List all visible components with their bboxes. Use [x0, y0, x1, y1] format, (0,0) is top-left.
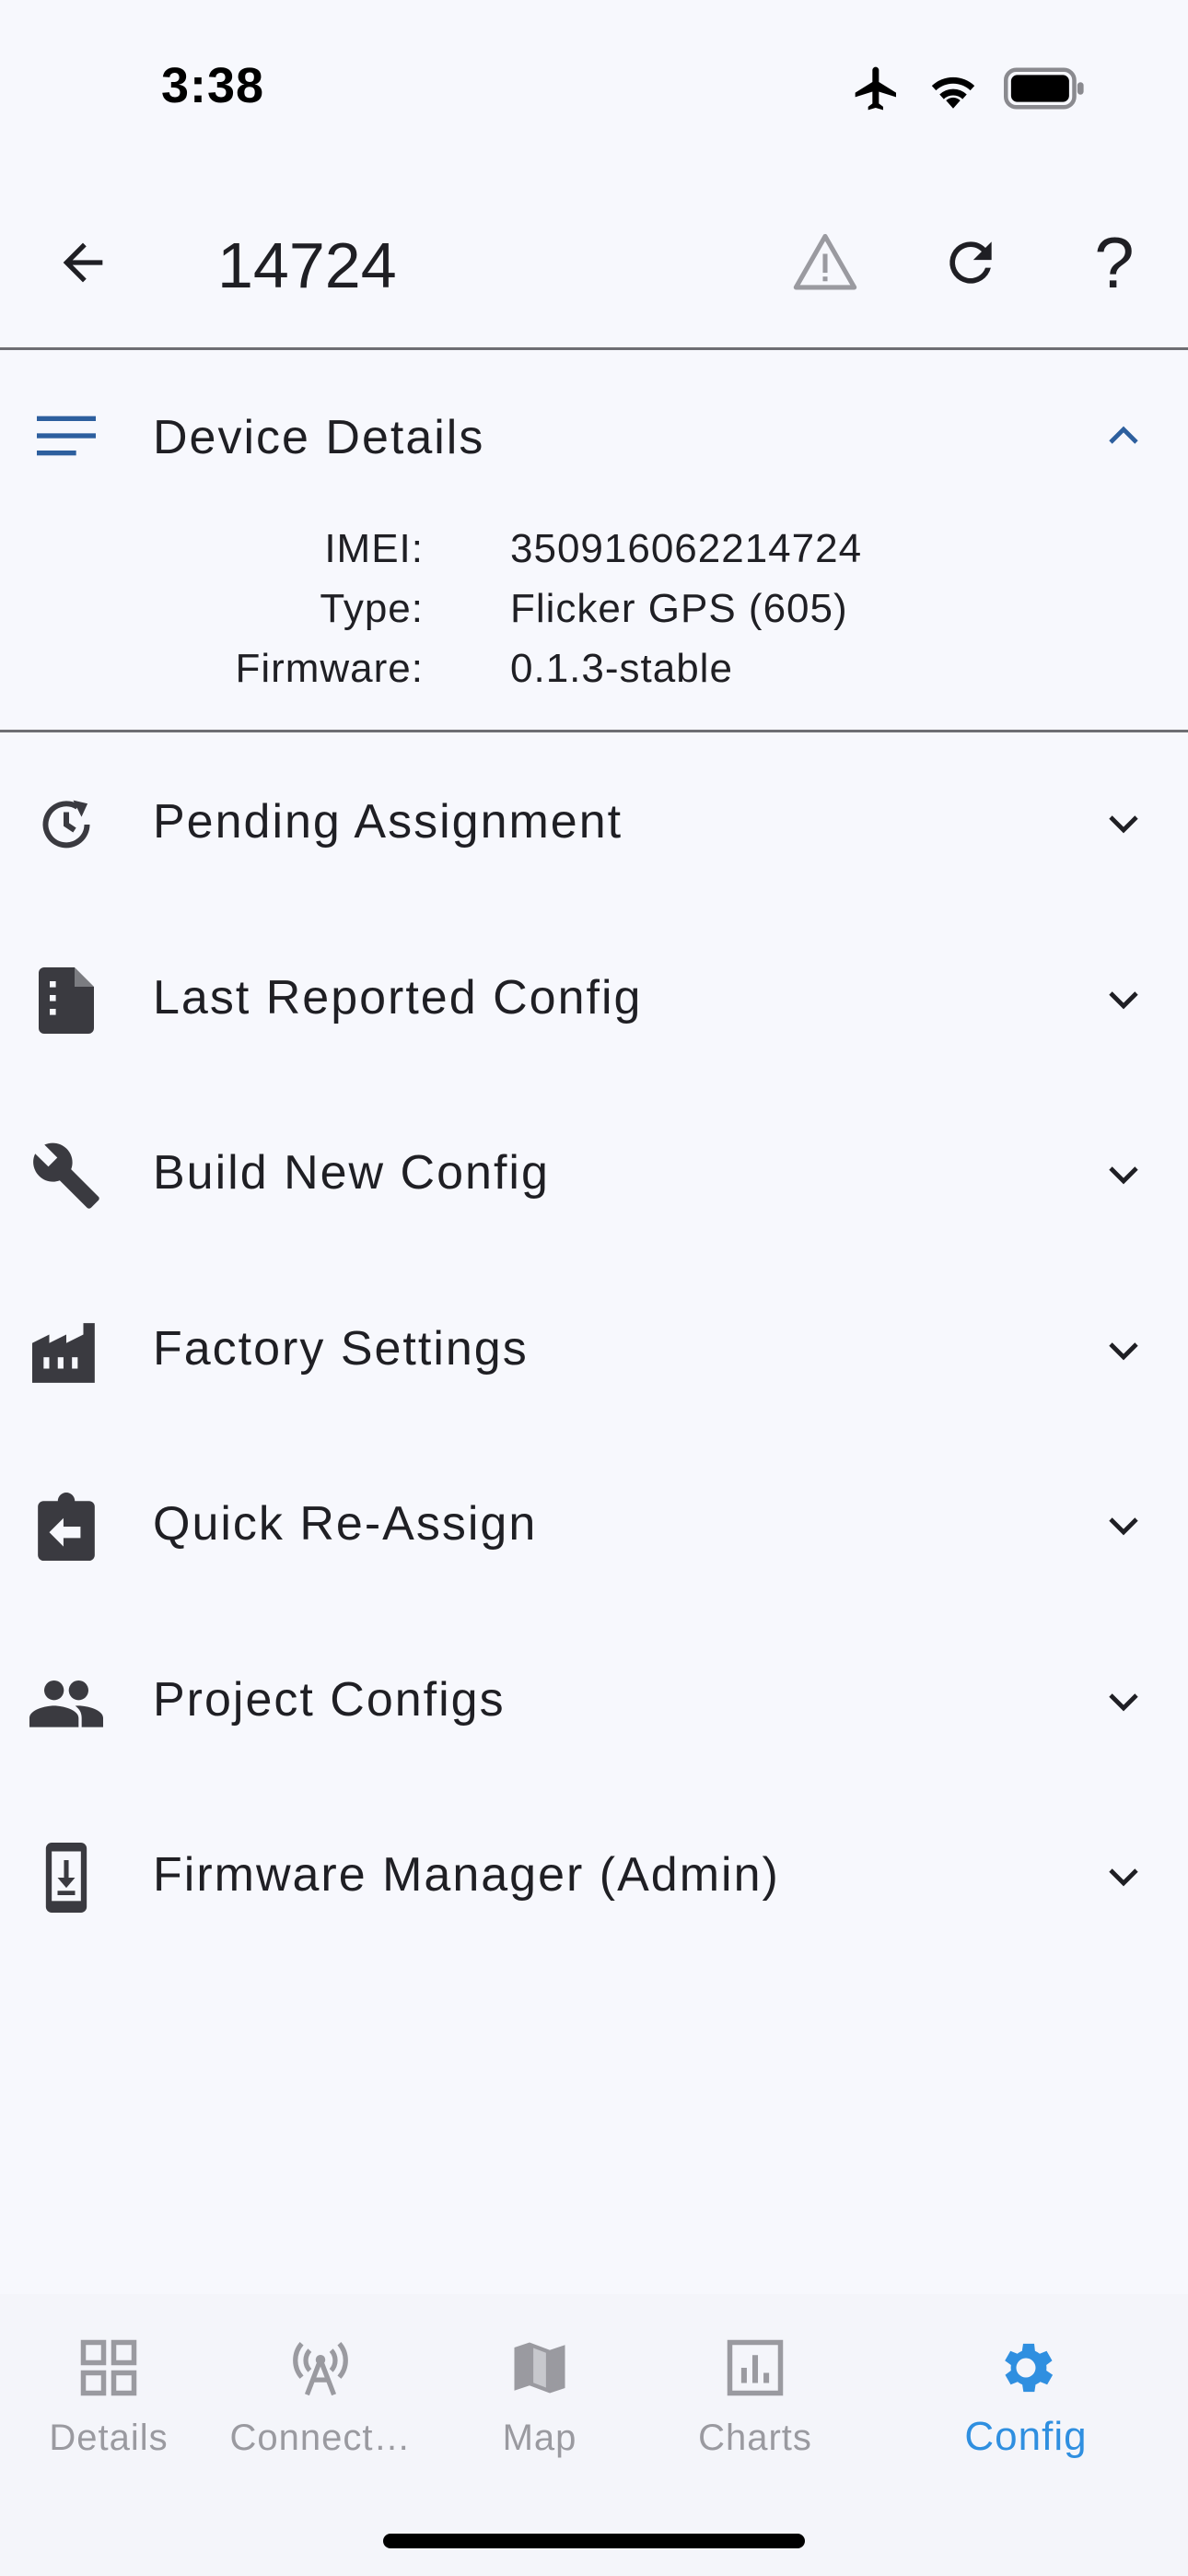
- chevron-down-icon: [1096, 1498, 1151, 1553]
- refresh-button[interactable]: [925, 217, 1017, 309]
- section-label: Last Reported Config: [153, 970, 643, 1025]
- tab-connect[interactable]: Connect…: [219, 2331, 422, 2497]
- section-label: Quick Re-Assign: [153, 1497, 538, 1551]
- device-details-panel: Device Details IMEI: 350916062214724 Typ…: [0, 353, 1188, 732]
- document-icon: [28, 962, 105, 1039]
- chevron-down-icon: [1096, 1674, 1151, 1729]
- refresh-icon: [949, 241, 992, 284]
- status-bar: 3:38: [0, 0, 1188, 175]
- tab-config[interactable]: Config: [925, 2331, 1127, 2497]
- warning-button[interactable]: [779, 217, 871, 309]
- tab-charts[interactable]: Charts: [654, 2331, 856, 2497]
- factory-icon: [28, 1313, 105, 1390]
- antenna-icon: [284, 2331, 357, 2405]
- phone-download-icon: [28, 1839, 105, 1916]
- grid-icon: [72, 2331, 146, 2405]
- status-icons: [851, 63, 1087, 119]
- detail-key: Type:: [320, 586, 424, 631]
- section-label: Project Configs: [153, 1672, 506, 1727]
- tab-label: Details: [49, 2418, 169, 2458]
- chart-icon: [718, 2331, 792, 2405]
- device-details-title: Device Details: [153, 411, 485, 464]
- wrench-icon: [28, 1137, 105, 1214]
- tab-label: Map: [502, 2418, 577, 2458]
- detail-key: IMEI:: [324, 526, 424, 571]
- device-details-header[interactable]: Device Details: [0, 353, 1188, 519]
- tab-details[interactable]: Details: [7, 2331, 210, 2497]
- section-factory-settings[interactable]: Factory Settings: [0, 1262, 1188, 1438]
- warning-icon: [793, 233, 857, 290]
- screen: 3:38 14724 ? Device Details IMEI: 350916…: [0, 0, 1188, 2576]
- section-last-reported-config[interactable]: Last Reported Config: [0, 911, 1188, 1087]
- chevron-up-icon: [1096, 408, 1151, 463]
- section-build-new-config[interactable]: Build New Config: [0, 1086, 1188, 1262]
- clipboard-arrow-icon: [28, 1488, 105, 1565]
- section-label: Build New Config: [153, 1146, 550, 1200]
- history-icon: [28, 786, 105, 863]
- section-pending-assignment[interactable]: Pending Assignment: [0, 735, 1188, 911]
- arrow-left-icon: [63, 242, 103, 283]
- detail-value: 350916062214724: [510, 526, 863, 571]
- detail-row-imei: IMEI: 350916062214724: [0, 526, 1188, 587]
- gear-icon: [989, 2331, 1063, 2405]
- chevron-down-icon: [1096, 1147, 1151, 1202]
- bottom-nav: Details Connect… Map Charts Config: [0, 2294, 1188, 2576]
- tab-label: Config: [964, 2414, 1088, 2459]
- status-time: 3:38: [161, 58, 265, 113]
- tab-label: Charts: [698, 2418, 812, 2458]
- back-button[interactable]: [37, 217, 129, 309]
- chevron-down-icon: [1096, 796, 1151, 851]
- section-label: Firmware Manager (Admin): [153, 1848, 780, 1902]
- detail-value: 0.1.3-stable: [510, 646, 733, 691]
- wifi-icon: [926, 67, 980, 114]
- detail-row-firmware: Firmware: 0.1.3-stable: [0, 646, 1188, 707]
- chevron-down-icon: [1096, 972, 1151, 1027]
- map-icon: [503, 2331, 577, 2405]
- page-title: 14724: [217, 229, 397, 301]
- tab-label: Connect…: [229, 2418, 412, 2458]
- section-firmware-manager[interactable]: Firmware Manager (Admin): [0, 1788, 1188, 1964]
- home-indicator[interactable]: [383, 2534, 805, 2548]
- list-lines-icon: [33, 408, 99, 463]
- section-label: Pending Assignment: [153, 795, 623, 849]
- chevron-down-icon: [1096, 1323, 1151, 1378]
- app-bar: 14724 ?: [0, 175, 1188, 350]
- detail-row-type: Type: Flicker GPS (605): [0, 586, 1188, 647]
- detail-key: Firmware:: [235, 646, 424, 691]
- airplane-icon: [851, 63, 903, 119]
- people-icon: [28, 1664, 105, 1741]
- tab-map[interactable]: Map: [438, 2331, 641, 2497]
- section-quick-re-assign[interactable]: Quick Re-Assign: [0, 1437, 1188, 1613]
- detail-value: Flicker GPS (605): [510, 586, 848, 631]
- section-project-configs[interactable]: Project Configs: [0, 1613, 1188, 1789]
- section-list: Pending Assignment Last Reported Config …: [0, 735, 1188, 1964]
- help-icon: ?: [1094, 221, 1135, 303]
- help-button[interactable]: ?: [1068, 217, 1160, 309]
- chevron-down-icon: [1096, 1849, 1151, 1904]
- section-label: Factory Settings: [153, 1321, 529, 1376]
- battery-icon: [1004, 67, 1087, 114]
